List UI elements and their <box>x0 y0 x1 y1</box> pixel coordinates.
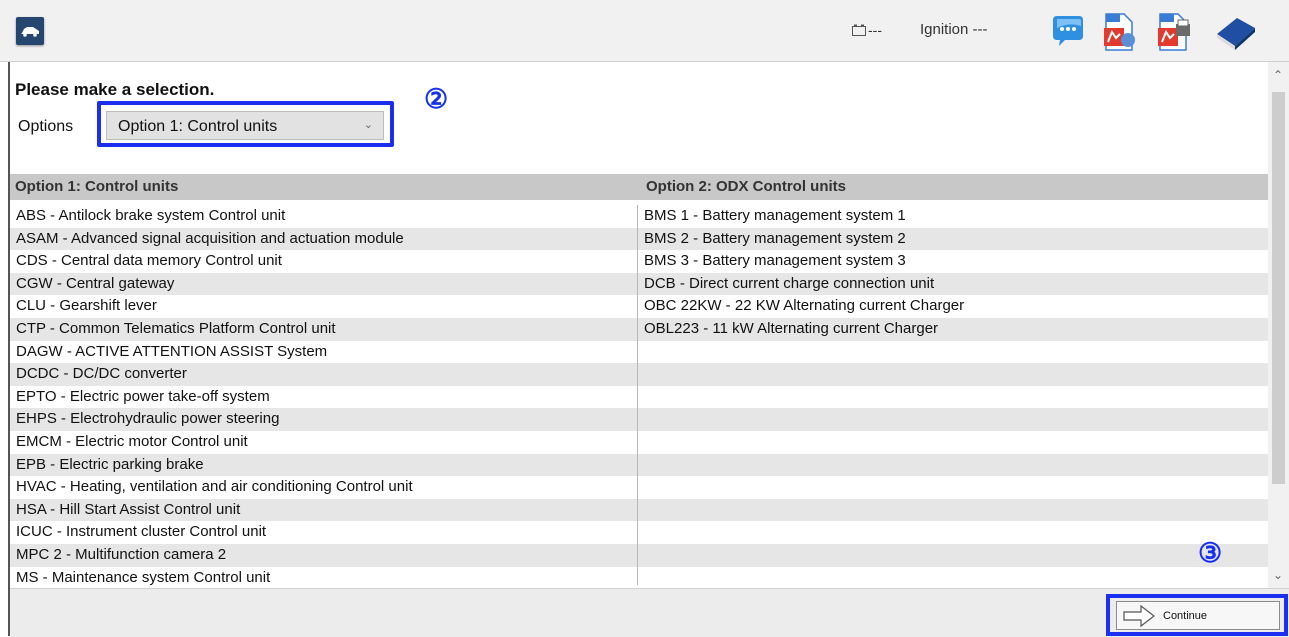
cell-option-1[interactable]: HVAC - Heating, ventilation and air cond… <box>16 478 413 495</box>
table-row[interactable]: HVAC - Heating, ventilation and air cond… <box>10 476 1268 499</box>
pdf-export-icon[interactable] <box>1102 12 1138 52</box>
cell-option-1[interactable]: EMCM - Electric motor Control unit <box>16 433 248 450</box>
pdf-print-icon[interactable] <box>1156 12 1192 52</box>
step-marker-3: ③ <box>1198 538 1223 568</box>
options-dropdown[interactable]: Option 1: Control units ⌄ <box>106 111 384 140</box>
cell-option-1[interactable]: ASAM - Advanced signal acquisition and a… <box>16 230 404 247</box>
column-header-option-1: Option 1: Control units <box>15 178 179 195</box>
cell-option-2[interactable]: BMS 1 - Battery management system 1 <box>644 207 906 224</box>
vehicle-button[interactable] <box>16 17 44 45</box>
table-row[interactable]: DCDC - DC/DC converter <box>10 363 1268 386</box>
car-icon <box>21 27 39 37</box>
scrollbar-thumb[interactable] <box>1272 92 1285 484</box>
table-row[interactable]: EPTO - Electric power take-off system <box>10 386 1268 409</box>
ignition-status: Ignition --- <box>920 21 988 38</box>
cell-option-2[interactable]: OBL223 - 11 kW Alternating current Charg… <box>644 320 938 337</box>
step-marker-2: ② <box>424 84 449 114</box>
battery-status: --- <box>868 22 882 38</box>
top-toolbar: --- Ignition --- <box>0 0 1289 62</box>
cell-option-2[interactable]: DCB - Direct current charge connection u… <box>644 275 934 292</box>
cell-option-1[interactable]: MS - Maintenance system Control unit <box>16 569 270 586</box>
table-row[interactable]: CLU - Gearshift lever OBC 22KW - 22 KW Al… <box>10 295 1268 318</box>
cell-option-1[interactable]: ABS - Antilock brake system Control unit <box>16 207 285 224</box>
page-title: Please make a selection. <box>15 80 215 99</box>
cell-option-1[interactable]: CTP - Common Telematics Platform Control… <box>16 320 336 337</box>
arrow-right-icon <box>1123 605 1155 627</box>
table-row[interactable]: HSA - Hill Start Assist Control unit <box>10 498 1268 522</box>
vertical-scrollbar[interactable]: ⌃ ⌄ <box>1268 62 1289 588</box>
cell-option-2[interactable]: BMS 2 - Battery management system 2 <box>644 230 906 247</box>
table-row[interactable]: EPB - Electric parking brake <box>10 453 1268 477</box>
cell-option-2[interactable]: OBC 22KW - 22 KW Alternating current Cha… <box>644 297 964 314</box>
options-label: Options <box>18 118 74 135</box>
column-header-option-2: Option 2: ODX Control units <box>646 178 846 195</box>
cell-option-1[interactable]: HSA - Hill Start Assist Control unit <box>16 501 240 518</box>
cell-option-1[interactable]: EPB - Electric parking brake <box>16 456 204 473</box>
scroll-down-icon[interactable]: ⌄ <box>1273 568 1283 582</box>
help-book-icon[interactable] <box>1213 12 1257 52</box>
table-row[interactable]: EMCM - Electric motor Control unit <box>10 431 1268 454</box>
battery-icon <box>852 24 866 36</box>
cell-option-1[interactable]: CLU - Gearshift lever <box>16 297 157 314</box>
table-row[interactable]: CTP - Common Telematics Platform Control… <box>10 318 1268 341</box>
cell-option-1[interactable]: DAGW - ACTIVE ATTENTION ASSIST System <box>16 343 327 360</box>
scroll-up-icon[interactable]: ⌃ <box>1273 68 1283 82</box>
table-header: Option 1: Control units Option 2: ODX Co… <box>10 174 1268 200</box>
cell-option-1[interactable]: DCDC - DC/DC converter <box>16 365 187 382</box>
cell-option-1[interactable]: ICUC - Instrument cluster Control unit <box>16 523 266 540</box>
cell-option-1[interactable]: EHPS - Electrohydraulic power steering <box>16 410 279 427</box>
cell-option-2[interactable]: BMS 3 - Battery management system 3 <box>644 252 906 269</box>
options-dropdown-value: Option 1: Control units <box>118 118 278 135</box>
cell-option-1[interactable]: EPTO - Electric power take-off system <box>16 388 270 405</box>
table-row[interactable]: EHPS - Electrohydraulic power steering <box>10 408 1268 431</box>
table-row[interactable]: ICUC - Instrument cluster Control unit <box>10 521 1268 544</box>
continue-button[interactable]: Continue <box>1116 601 1280 630</box>
chevron-down-icon: ⌄ <box>363 119 373 131</box>
table-row[interactable]: ASAM - Advanced signal acquisition and a… <box>10 227 1268 251</box>
chat-icon[interactable] <box>1051 12 1087 52</box>
bottom-action-bar <box>10 588 1289 637</box>
table-row[interactable]: DAGW - ACTIVE ATTENTION ASSIST System <box>10 341 1268 364</box>
table-row[interactable]: CGW - Central gateway DCB - Direct curren… <box>10 272 1268 296</box>
cell-option-1[interactable]: MPC 2 - Multifunction camera 2 <box>16 546 226 563</box>
table-row[interactable]: CDS - Central data memory Control unit BM… <box>10 250 1268 273</box>
continue-button-label: Continue <box>1163 610 1208 622</box>
table-row[interactable]: MPC 2 - Multifunction camera 2 <box>10 544 1268 567</box>
cell-option-1[interactable]: CDS - Central data memory Control unit <box>16 252 282 269</box>
cell-option-1[interactable]: CGW - Central gateway <box>16 275 174 292</box>
table-row[interactable]: ABS - Antilock brake system Control unit… <box>10 205 1268 228</box>
table-row[interactable]: MS - Maintenance system Control unit <box>10 567 1268 590</box>
column-divider <box>637 205 638 585</box>
